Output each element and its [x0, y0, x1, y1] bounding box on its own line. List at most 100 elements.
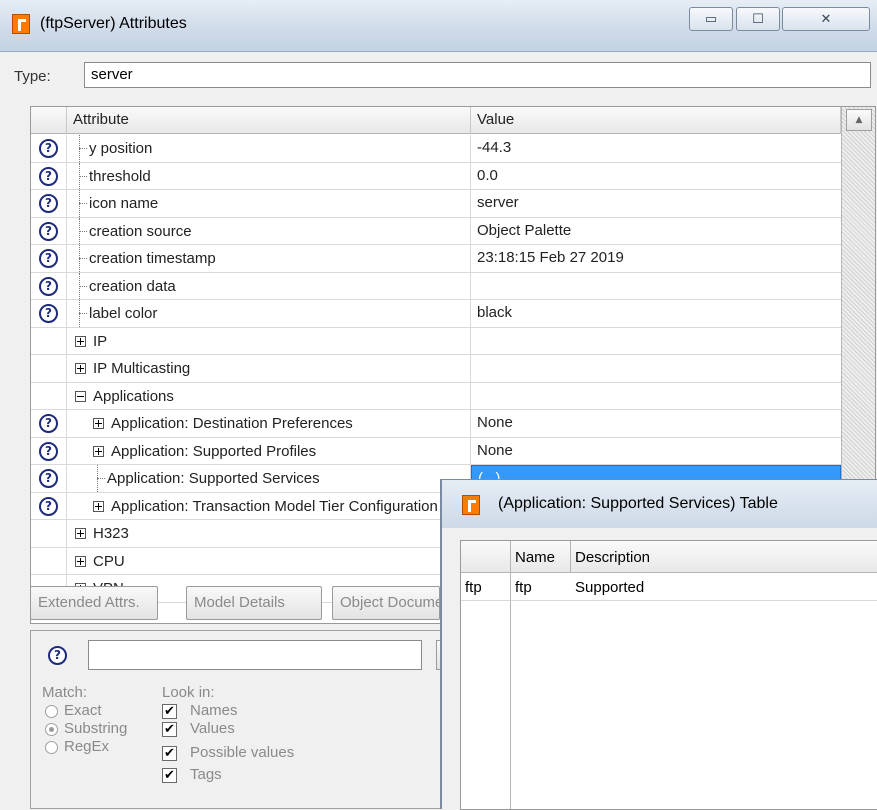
supported-services-table: Name Description ftp ftp Supported	[460, 540, 877, 810]
type-label: Type:	[14, 68, 51, 85]
expand-icon[interactable]	[75, 363, 86, 374]
match-exact-radio[interactable]	[45, 705, 58, 718]
attribute-value[interactable]: -44.3	[471, 135, 841, 162]
attribute-name: threshold	[89, 167, 151, 185]
match-regex-label: RegEx	[64, 738, 110, 755]
grid-header-attribute[interactable]: Attribute	[67, 107, 471, 134]
look-in-names-label: Names	[190, 702, 238, 719]
sub-grid-header-name[interactable]: Name	[511, 541, 571, 573]
help-icon[interactable]: ?	[39, 139, 58, 158]
match-regex-radio[interactable]	[45, 741, 58, 754]
extended-attrs-button[interactable]: Extended Attrs.	[30, 586, 158, 620]
sub-row-label[interactable]: ftp	[461, 573, 511, 601]
close-button[interactable]: ✕	[782, 7, 870, 31]
look-in-tags-label: Tags	[190, 766, 222, 783]
attribute-value[interactable]	[471, 273, 841, 300]
attribute-value[interactable]: None	[471, 410, 841, 437]
match-substring-label: Substring	[64, 720, 128, 737]
attribute-value[interactable]	[471, 328, 841, 355]
grid-header-value[interactable]: Value	[471, 107, 841, 134]
attribute-value[interactable]: Object Palette	[471, 218, 841, 245]
match-label: Match:	[42, 684, 88, 701]
table-row[interactable]: Applications	[31, 382, 841, 410]
look-in-label: Look in:	[162, 684, 215, 701]
look-in-tags-checkbox[interactable]: ✔	[162, 768, 177, 783]
table-row[interactable]: ? threshold 0.0	[31, 162, 841, 190]
look-in-values-checkbox[interactable]: ✔	[162, 722, 177, 737]
attribute-name: Application: Transaction Model Tier Conf…	[111, 497, 438, 515]
attribute-name: Applications	[93, 387, 174, 405]
match-substring-radio[interactable]	[45, 723, 58, 736]
window-title-bar[interactable]: (ftpServer) Attributes ▭ ☐ ✕	[0, 0, 877, 52]
attribute-name: H323	[93, 525, 129, 542]
help-icon[interactable]: ?	[39, 166, 58, 186]
search-input[interactable]	[88, 640, 422, 670]
attribute-value[interactable]: server	[471, 190, 841, 217]
table-row[interactable]: ? label color black	[31, 300, 841, 328]
sub-window-title: (Application: Supported Services) Table	[498, 495, 778, 512]
type-input[interactable]: server	[84, 62, 871, 88]
attribute-name: IP	[93, 332, 108, 350]
attribute-name: creation data	[89, 277, 176, 295]
attribute-value[interactable]	[471, 355, 841, 382]
grid-header-blank	[31, 107, 67, 134]
table-row[interactable]: ? Application: Destination Preferences N…	[31, 410, 841, 438]
maximize-button[interactable]: ☐	[736, 7, 780, 31]
app-icon	[12, 14, 30, 34]
expand-icon[interactable]	[75, 528, 86, 539]
look-in-possible-values-checkbox[interactable]: ✔	[162, 746, 177, 761]
scroll-up-arrow-icon[interactable]: ▲	[846, 109, 872, 131]
expand-icon[interactable]	[93, 445, 104, 457]
grid-header: Attribute Value	[31, 107, 875, 134]
sub-grid-header-blank	[461, 541, 511, 573]
expand-icon[interactable]	[93, 500, 104, 512]
help-icon[interactable]: ?	[39, 276, 58, 296]
model-details-button[interactable]: Model Details	[186, 586, 322, 620]
table-row[interactable]: ? y position -44.3	[31, 135, 841, 163]
sub-grid-header-description[interactable]: Description	[571, 541, 877, 573]
table-row[interactable]: ? Application: Supported Profiles None	[31, 437, 841, 465]
help-icon[interactable]: ?	[39, 441, 58, 461]
attribute-name: y position	[89, 140, 153, 157]
help-icon[interactable]: ?	[39, 304, 58, 323]
app-icon	[462, 495, 480, 515]
attribute-name: creation source	[89, 222, 192, 240]
minimize-button[interactable]: ▭	[689, 7, 733, 31]
help-icon[interactable]: ?	[39, 414, 58, 433]
attribute-name: creation timestamp	[89, 250, 216, 267]
attribute-name: Application: Destination Preferences	[111, 415, 353, 432]
attribute-name: IP Multicasting	[93, 360, 191, 377]
help-icon[interactable]: ?	[39, 496, 58, 516]
attribute-value[interactable]	[471, 383, 841, 410]
table-row[interactable]: ? creation source Object Palette	[31, 217, 841, 245]
help-icon[interactable]: ?	[39, 249, 58, 268]
attribute-value[interactable]: black	[471, 300, 841, 327]
attribute-name: label color	[89, 305, 158, 322]
help-icon[interactable]: ?	[39, 221, 58, 241]
help-icon[interactable]: ?	[39, 194, 58, 213]
attribute-name: Application: Supported Services	[107, 470, 320, 487]
attribute-value[interactable]: None	[471, 438, 841, 465]
table-row[interactable]: IP Multicasting	[31, 355, 841, 383]
sub-cell-name[interactable]: ftp	[511, 573, 571, 601]
supported-services-table-window[interactable]: (Application: Supported Services) Table …	[440, 479, 877, 810]
table-row[interactable]: ? creation data	[31, 272, 841, 300]
look-in-names-checkbox[interactable]: ✔	[162, 704, 177, 719]
sub-cell-description[interactable]: Supported	[571, 573, 877, 601]
help-icon[interactable]: ?	[39, 469, 58, 488]
expand-icon[interactable]	[75, 555, 86, 567]
collapse-icon[interactable]	[75, 390, 86, 402]
look-in-possible-values-label: Possible values	[190, 744, 295, 761]
attribute-value[interactable]: 23:18:15 Feb 27 2019	[471, 245, 841, 272]
table-row[interactable]: IP	[31, 327, 841, 355]
object-documentation-button[interactable]: Object Documentation	[332, 586, 440, 620]
window-title: (ftpServer) Attributes	[40, 15, 187, 32]
expand-icon[interactable]	[75, 335, 86, 347]
attribute-name: Application: Supported Profiles	[111, 442, 317, 460]
table-row[interactable]: ? creation timestamp 23:18:15 Feb 27 201…	[31, 245, 841, 273]
search-help-icon[interactable]: ?	[48, 646, 67, 665]
attribute-value[interactable]: 0.0	[471, 163, 841, 190]
expand-icon[interactable]	[93, 418, 104, 429]
table-row[interactable]: ? icon name server	[31, 190, 841, 218]
sub-window-title-bar[interactable]: (Application: Supported Services) Table	[442, 480, 877, 528]
